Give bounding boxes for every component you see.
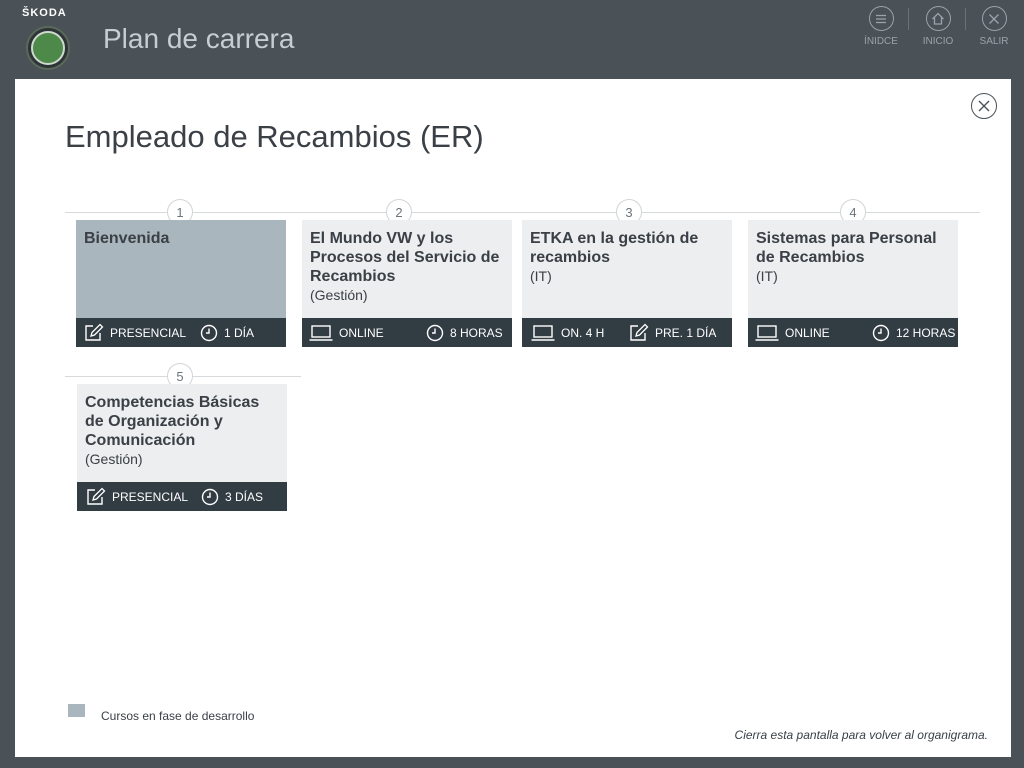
course-title: Bienvenida [84,230,170,247]
brand-wordmark: ŠKODA [22,7,67,19]
course-card[interactable]: Bienvenida PRESENCIAL 1 DÍA [76,220,286,347]
laptop-icon [309,324,333,341]
course-category: (Gestión) [85,451,143,467]
course-card-body: ETKA en la gestión de recambios (IT) [522,220,732,318]
close-icon [981,6,1007,31]
nav-exit-label: SALIR [979,36,1009,47]
skoda-logo [26,26,70,70]
nav-index-label: ÍNIDCE [864,36,898,47]
course-title: Sistemas para Personal de Recambios [756,230,937,266]
course-modal: Empleado de Recambios (ER) 1 2 3 4 5 Bie… [15,79,1011,757]
course-format: PRE. 1 DÍA [655,325,717,340]
nav-index-button[interactable]: ÍNIDCE [857,6,905,47]
edit-icon [630,323,649,341]
modal-title: Empleado de Recambios (ER) [65,119,484,154]
course-card[interactable]: ETKA en la gestión de recambios (IT) ON.… [522,220,732,347]
edit-icon [87,487,106,505]
list-icon [868,6,894,31]
course-card[interactable]: El Mundo VW y los Procesos del Servicio … [302,220,512,347]
course-format: ONLINE [339,325,384,340]
course-card-body: Bienvenida [76,220,286,318]
course-format: PRESENCIAL [110,325,187,340]
course-meta-bar: PRESENCIAL 3 DÍAS [77,482,287,511]
course-meta-bar: ONLINE 8 HORAS [302,318,512,347]
course-card[interactable]: Competencias Básicas de Organización y C… [77,384,287,511]
course-format: ONLINE [785,325,830,340]
close-hint: Cierra esta pantalla para volver al orga… [734,728,988,742]
course-category: (IT) [756,268,778,284]
course-meta-bar: PRESENCIAL 1 DÍA [76,318,286,347]
course-category: (IT) [530,268,552,284]
course-format: PRESENCIAL [112,489,189,504]
course-duration: 3 DÍAS [225,489,264,504]
course-meta-bar: ONLINE 12 HORAS [748,318,958,347]
course-meta-bar: ON. 4 H PRE. 1 DÍA [522,318,732,347]
course-title: Competencias Básicas de Organización y C… [85,394,260,449]
course-card[interactable]: Sistemas para Personal de Recambios (IT)… [748,220,958,347]
edit-icon [85,323,104,341]
course-card-body: Competencias Básicas de Organización y C… [77,384,287,482]
course-card-body: Sistemas para Personal de Recambios (IT) [748,220,958,318]
legend-swatch [68,704,85,717]
course-format: ON. 4 H [561,325,605,340]
course-duration: 8 HORAS [450,325,503,340]
clock-icon [426,324,444,341]
app-title: Plan de carrera [103,23,295,54]
home-icon [925,6,951,31]
clock-icon [200,324,218,341]
course-duration: 1 DÍA [224,325,255,340]
course-title: El Mundo VW y los Procesos del Servicio … [310,230,500,285]
legend-label: Cursos en fase de desarrollo [101,709,255,723]
modal-close-button[interactable] [971,93,997,119]
laptop-icon [755,324,779,341]
course-duration: 12 HORAS [896,325,956,340]
course-card-body: El Mundo VW y los Procesos del Servicio … [302,220,512,318]
nav-home-button[interactable]: INICIO [914,6,962,47]
nav-exit-button[interactable]: SALIR [970,6,1018,47]
clock-icon [201,488,219,505]
clock-icon [872,324,890,341]
close-icon [978,100,990,112]
nav-home-label: INICIO [922,36,954,47]
course-category: (Gestión) [310,287,368,303]
course-title: ETKA en la gestión de recambios [530,230,699,266]
laptop-icon [531,324,555,341]
